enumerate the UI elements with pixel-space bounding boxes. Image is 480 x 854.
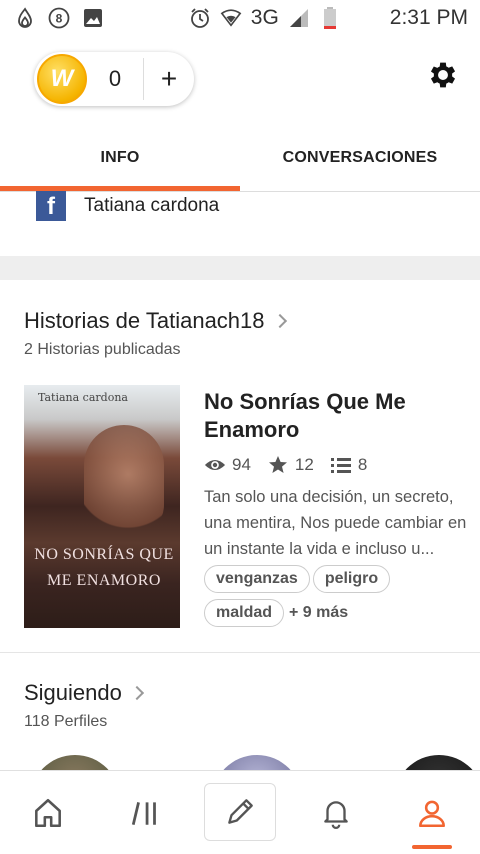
story-tags: venganzas peligro maldad + 9 más [204,565,474,633]
stories-count: 2 Historias publicadas [24,341,181,358]
views-count: 94 [232,455,251,474]
story-description: Tan solo una decisión, un secreto, una m… [204,488,467,558]
top-bar: W 0 + [0,44,480,112]
cover-title: NO SONRÍAS QUE ME ENAMORO [34,546,174,589]
tag-maldad[interactable]: maldad [204,599,285,627]
cover-author: Tatiana cardona [38,391,128,404]
divider [0,652,480,653]
battery-icon [319,7,341,29]
story-cover[interactable]: Tatiana cardona NO SONRÍAS QUE ME ENAMOR… [24,385,180,628]
library-icon[interactable] [118,785,174,841]
wifi-icon [220,7,242,29]
coin-wallet[interactable]: W 0 + [34,52,194,106]
facebook-link[interactable]: f Tatiana cardona [36,190,219,222]
facebook-letter: f [47,193,55,220]
svg-text:8: 8 [56,12,63,26]
flame-icon [14,7,36,29]
tag-venganzas[interactable]: venganzas [204,565,310,593]
following-count: 118 Perfiles [24,713,108,730]
section-separator [0,256,480,280]
eye-icon [204,454,226,476]
write-pencil-icon[interactable] [204,783,276,841]
active-nav-indicator [412,845,452,849]
stories-section-header[interactable]: Historias de Tatianach18 [24,308,287,334]
star-icon [267,454,289,476]
story-stats: 94 12 8 [204,454,377,476]
tab-info[interactable]: INFO [0,124,240,192]
coin-icon: W [37,54,87,104]
chevron-right-icon [272,313,287,329]
votes-count: 12 [294,455,314,474]
status-bar: 8 3G 2:31 PM [0,0,480,36]
tag-peligro[interactable]: peligro [312,565,391,593]
tab-conversaciones[interactable]: CONVERSACIONES [240,124,480,192]
signal-icon [288,7,310,29]
add-coins-button[interactable]: + [144,63,194,95]
parts-count: 8 [357,455,368,474]
chevron-right-icon [129,685,144,701]
stories-section-title: Historias de Tatianach18 [24,308,265,333]
home-icon[interactable] [20,785,76,841]
story-title[interactable]: No Sonrías Que Me Enamoro [204,388,464,444]
profile-icon[interactable] [404,785,460,841]
bottom-navigation [0,770,480,854]
clock: 2:31 PM [389,6,468,29]
following-section-title: Siguiendo [24,680,122,705]
cover-art [84,425,164,535]
following-section-header[interactable]: Siguiendo [24,680,144,706]
coin-count: 0 [108,66,122,91]
image-icon [82,7,104,29]
notification-8-icon: 8 [48,7,70,29]
facebook-name: Tatiana cardona [84,195,220,216]
settings-gear-icon[interactable] [426,58,460,92]
bell-icon[interactable] [308,785,364,841]
network-label: 3G [250,6,279,29]
alarm-icon [189,7,211,29]
profile-tabs: INFO CONVERSACIONES [0,124,480,192]
facebook-icon: f [36,191,66,221]
list-icon [330,454,352,476]
more-tags-link[interactable]: + 9 más [289,604,348,622]
coin-symbol: W [50,65,74,92]
